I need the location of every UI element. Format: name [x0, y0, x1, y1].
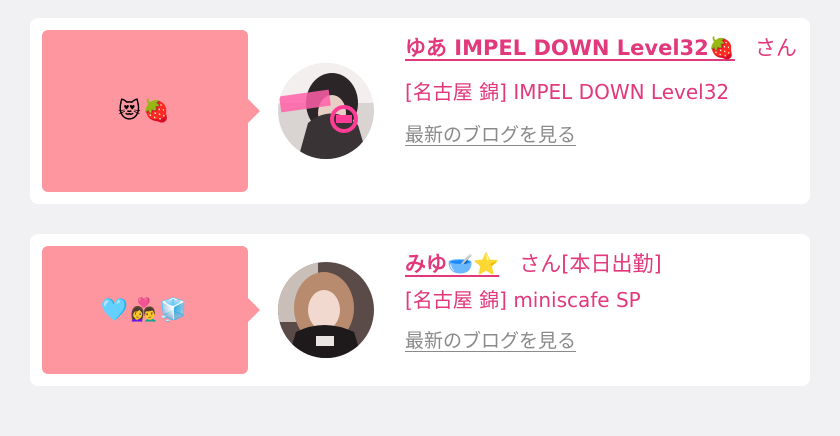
girl-name-link[interactable]: ゆあ IMPEL DOWN Level32🍓 [405, 36, 735, 60]
girl-card: 🩵👩‍❤️‍👨🧊 みゆ🥣⭐️ さん[本日出勤] [名古屋 錦] miniscafe… [30, 234, 810, 386]
girl-info: みゆ🥣⭐️ さん[本日出勤] [名古屋 錦] miniscafe SP 最新のブロ… [405, 248, 800, 353]
name-line: ゆあ IMPEL DOWN Level32🍓 さん [405, 32, 800, 64]
girl-name-link[interactable]: みゆ🥣⭐️ [405, 252, 499, 276]
shop-label: [名古屋 錦] IMPEL DOWN Level32 [405, 80, 730, 104]
girl-info: ゆあ IMPEL DOWN Level32🍓 さん [名古屋 錦] IMPEL D… [405, 32, 800, 147]
honorific: さん [519, 252, 562, 276]
avatar-photo-icon [278, 262, 374, 358]
status-badge: [本日出勤] [561, 252, 662, 276]
latest-blog-link[interactable]: 最新のブログを見る [405, 326, 576, 353]
name-line: みゆ🥣⭐️ さん[本日出勤] [405, 248, 800, 280]
message-bubble: 😻🍓 [42, 30, 248, 192]
girl-card: 😻🍓 ゆあ IMPEL DOWN Level32🍓 さん [名古屋 錦] IMPE… [30, 18, 810, 204]
avatar-photo-icon [278, 63, 374, 159]
message-bubble: 🩵👩‍❤️‍👨🧊 [42, 246, 248, 374]
shop-label: [名古屋 錦] miniscafe SP [405, 288, 641, 312]
bubble-emoji: 😻🍓 [117, 98, 173, 124]
avatar[interactable] [278, 262, 374, 358]
bubble-emoji: 🩵👩‍❤️‍👨🧊 [100, 297, 190, 323]
honorific: さん [754, 36, 797, 60]
latest-blog-link[interactable]: 最新のブログを見る [405, 120, 576, 147]
avatar[interactable] [278, 63, 374, 159]
